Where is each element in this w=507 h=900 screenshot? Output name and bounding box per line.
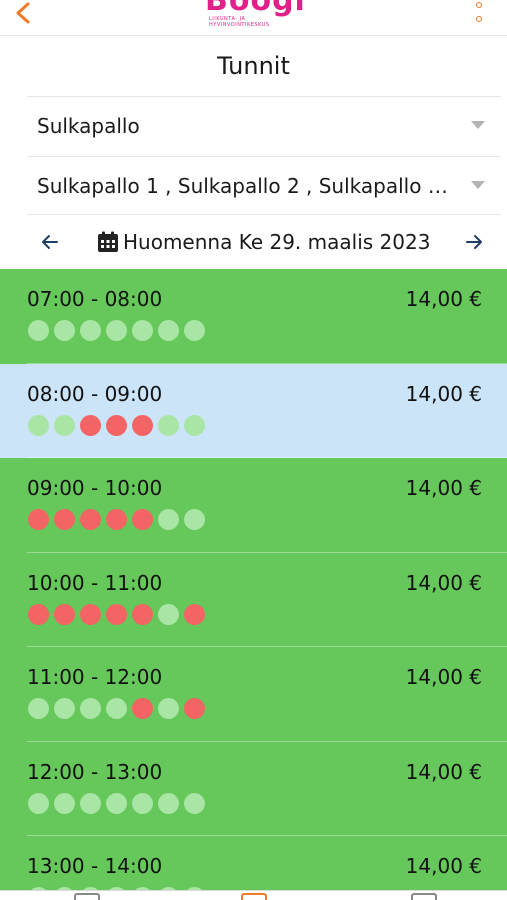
calendar-tab-icon[interactable] [74, 893, 100, 900]
court-free-indicator [54, 698, 75, 719]
court-free-indicator [54, 792, 75, 814]
court-booked-indicator [106, 414, 127, 436]
profile-tab-icon[interactable] [411, 893, 437, 900]
chevron-left-icon [16, 2, 30, 24]
court-booked-indicator [132, 603, 153, 625]
more-vertical-icon-dot [476, 16, 482, 22]
sport-select-value: Sulkapallo [37, 113, 140, 138]
court-booked-indicator [80, 414, 101, 436]
court-free-indicator [28, 698, 49, 719]
court-free-indicator [184, 320, 205, 341]
court-free-indicator [184, 792, 205, 814]
logo-word: Boogi [205, 0, 306, 18]
slot-price: 14,00 € [405, 381, 482, 406]
court-availability [28, 698, 205, 719]
slot-time: 07:00 - 08:00 [27, 287, 163, 311]
time-slot-list: 07:00 - 08:00 14,00 € 08:00 - 09:00 14,00 €… [0, 269, 507, 890]
arrow-left-icon [42, 235, 58, 249]
court-free-indicator [106, 698, 127, 719]
court-free-indicator [158, 414, 179, 436]
court-booked-indicator [28, 509, 49, 530]
court-availability [28, 414, 205, 436]
time-slot-row[interactable]: 10:00 - 11:00 14,00 € [0, 553, 507, 647]
court-free-indicator [184, 414, 205, 436]
court-availability [28, 509, 205, 530]
court-free-indicator [132, 320, 153, 341]
time-slot-row[interactable]: 07:00 - 08:00 14,00 € [0, 269, 507, 364]
slot-price: 14,00 € [405, 476, 482, 500]
court-booked-indicator [106, 509, 127, 530]
slot-time: 10:00 - 11:00 [27, 570, 163, 595]
court-free-indicator [80, 320, 101, 341]
slot-time: 09:00 - 10:00 [27, 476, 163, 500]
court-free-indicator [28, 320, 49, 341]
calendar-icon [97, 231, 119, 253]
court-free-indicator [106, 792, 127, 814]
court-booked-indicator [54, 509, 75, 530]
back-button[interactable] [8, 0, 38, 26]
slot-price: 14,00 € [405, 287, 482, 311]
time-slot-row[interactable]: 08:00 - 09:00 14,00 € [0, 363, 507, 458]
court-booked-indicator [54, 603, 75, 625]
time-slot-row[interactable]: 11:00 - 12:00 14,00 € [0, 647, 507, 742]
court-booked-indicator [28, 603, 49, 625]
time-slot-row[interactable]: 09:00 - 10:00 14,00 € [0, 458, 507, 553]
court-free-indicator [158, 792, 179, 814]
slot-time: 13:00 - 14:00 [27, 854, 163, 878]
page-title: Tunnit [217, 52, 290, 80]
top-bar: Boogi LIIKUNTA- JA HYVINVOINTIKESKUS [0, 0, 507, 36]
arrow-right-icon [466, 235, 482, 249]
court-booked-indicator [132, 509, 153, 530]
dropdown-caret-icon [471, 181, 485, 189]
court-free-indicator [158, 603, 179, 625]
slot-price: 14,00 € [405, 665, 482, 689]
court-booked-indicator [132, 698, 153, 719]
court-booked-indicator [184, 603, 205, 625]
court-free-indicator [54, 414, 75, 436]
brand-logo: Boogi LIIKUNTA- JA HYVINVOINTIKESKUS [205, 0, 305, 34]
dropdown-caret-icon [471, 121, 485, 129]
court-free-indicator [158, 320, 179, 341]
court-free-indicator [80, 792, 101, 814]
slot-time: 08:00 - 09:00 [27, 381, 163, 406]
court-availability [28, 320, 205, 341]
slot-time: 11:00 - 12:00 [27, 665, 163, 689]
more-menu-button[interactable] [471, 2, 487, 22]
court-select-value: Sulkapallo 1 , Sulkapallo 2 , Sulkapallo… [37, 173, 453, 198]
slot-time: 12:00 - 13:00 [27, 759, 163, 784]
previous-day-button[interactable] [37, 229, 63, 255]
court-free-indicator [28, 414, 49, 436]
court-booked-indicator [80, 603, 101, 625]
date-text: Huomenna Ke 29. maalis 2023 [123, 230, 431, 254]
court-free-indicator [158, 509, 179, 530]
court-free-indicator [54, 320, 75, 341]
next-day-button[interactable] [461, 229, 487, 255]
date-navigator: Huomenna Ke 29. maalis 2023 [27, 214, 501, 268]
court-booked-indicator [80, 509, 101, 530]
court-free-indicator [184, 509, 205, 530]
time-slot-row[interactable]: 12:00 - 13:00 14,00 € [0, 742, 507, 836]
court-select[interactable]: Sulkapallo 1 , Sulkapallo 2 , Sulkapallo… [27, 156, 501, 214]
court-booked-indicator [184, 698, 205, 719]
court-booked-indicator [132, 414, 153, 436]
bottom-tab-bar [0, 890, 507, 900]
court-booked-indicator [106, 603, 127, 625]
sport-select[interactable]: Sulkapallo [27, 96, 501, 154]
court-availability [28, 792, 205, 814]
court-free-indicator [158, 698, 179, 719]
slot-price: 14,00 € [405, 570, 482, 595]
slot-price: 14,00 € [405, 854, 482, 878]
date-label[interactable]: Huomenna Ke 29. maalis 2023 [97, 215, 430, 269]
slot-price: 14,00 € [405, 759, 482, 784]
time-slot-row[interactable]: 13:00 - 14:00 14,00 € [0, 836, 507, 890]
more-vertical-icon [476, 2, 482, 8]
court-free-indicator [106, 320, 127, 341]
calendar-active-tab-icon[interactable] [241, 893, 267, 900]
court-free-indicator [80, 698, 101, 719]
court-free-indicator [28, 792, 49, 814]
court-free-indicator [132, 792, 153, 814]
court-availability [28, 603, 205, 625]
